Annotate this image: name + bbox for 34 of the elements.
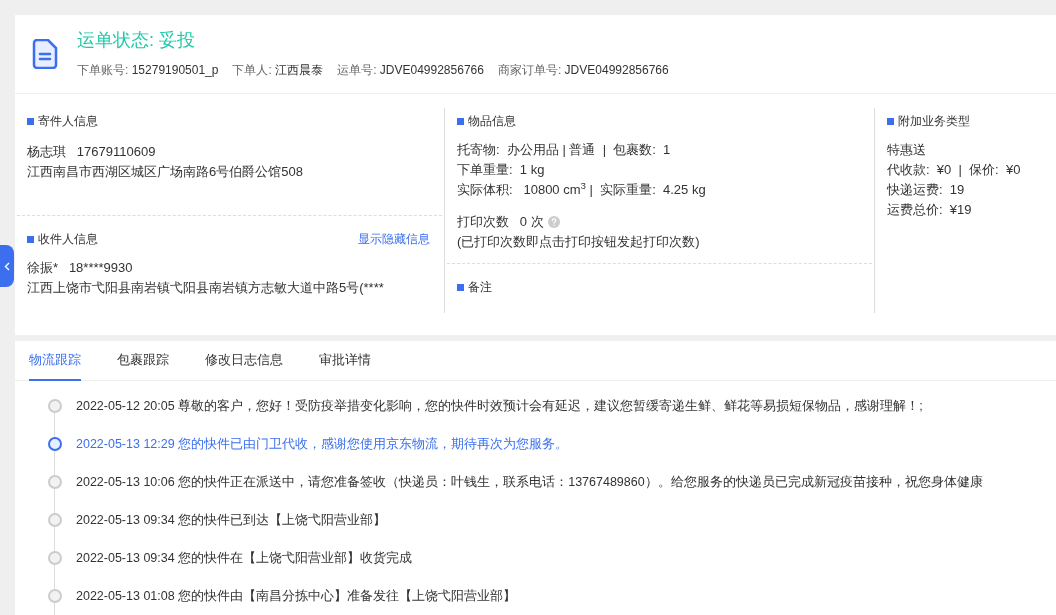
tab[interactable]: 物流跟踪 bbox=[29, 341, 81, 381]
section-title: 寄件人信息 bbox=[38, 113, 98, 131]
tracking-entry: 2022-05-13 01:08 您的快件由【南昌分拣中心】准备发往【上饶弋阳营业部】 bbox=[76, 587, 517, 605]
tracking-entry: 2022-05-13 12:29 您的快件已由门卫代收，感谢您使用京东物流，期待再次为您服务。 bbox=[76, 435, 569, 453]
show-hidden-info-link[interactable]: 显示隐藏信息 bbox=[358, 230, 430, 249]
section-title: 附加业务类型 bbox=[898, 113, 970, 131]
section-title: 物品信息 bbox=[468, 113, 516, 131]
info-text: 快递运费: 19 bbox=[887, 181, 966, 200]
tracking-entry: 2022-05-12 20:05 尊敬的客户，您好！受防疫举措变化影响，您的快件时效预计会有延迟，建议您暂缓寄递生鲜、鲜花等易损短保物品，感谢理解！; bbox=[76, 397, 923, 415]
info-text: 托寄物: 办公用品 | 普通 | 包裹数: 1 bbox=[457, 141, 672, 160]
tracking-entry: 2022-05-13 09:34 您的快件在【上饶弋阳营业部】收货完成 bbox=[76, 549, 413, 567]
order-field: 下单人: 江西晨泰 bbox=[232, 61, 324, 80]
info-text: (已打印次数即点击打印按钮发起打印次数) bbox=[457, 233, 701, 252]
tracking-entry: 2022-05-13 09:34 您的快件已到达【上饶弋阳营业部】 bbox=[76, 511, 387, 529]
section-title: 备注 bbox=[468, 279, 492, 297]
info-text: 实际体积: 10800 cm$^{3}$ | 实际重量: 4.25 kg bbox=[457, 180, 707, 200]
tab[interactable]: 审批详情 bbox=[319, 341, 371, 381]
info-text: 江西南昌市西湖区城区广场南路6号伯爵公馆508 bbox=[27, 163, 304, 182]
info-text: 徐振* 18****9930 bbox=[27, 259, 134, 278]
info-text: 特惠送 bbox=[887, 141, 927, 160]
info-text: 下单重量: 1 kg bbox=[457, 161, 546, 180]
tab[interactable]: 修改日志信息 bbox=[205, 341, 283, 381]
order-field: 商家订单号: JDVE04992856766 bbox=[497, 61, 669, 80]
order-field: 运单号: JDVE04992856766 bbox=[337, 61, 484, 80]
info-text: 杨志琪 17679110609 bbox=[27, 143, 157, 162]
info-text: 代收款: ¥0 | 保价: ¥0 bbox=[887, 161, 1022, 180]
info-text: 运费总价: ¥19 bbox=[887, 201, 973, 220]
tracking-entry: 2022-05-13 10:06 您的快件正在派送中，请您准备签收（快递员：叶钱生，联系电话：13767489860）。给您服务的快递员已完成新冠疫苗接种，祝您身体健康 bbox=[76, 473, 983, 491]
tab[interactable]: 包裹跟踪 bbox=[117, 341, 169, 381]
info-text: 打印次数 0 次 bbox=[457, 213, 544, 232]
waybill-status: 运单状态: 妥投 bbox=[77, 29, 196, 52]
order-field: 下单账号: 15279190501_p bbox=[77, 61, 219, 80]
info-text: 江西上饶市弋阳县南岩镇弋阳县南岩镇方志敏大道中路5号(**** bbox=[27, 279, 385, 298]
section-title: 收件人信息 bbox=[38, 231, 98, 249]
